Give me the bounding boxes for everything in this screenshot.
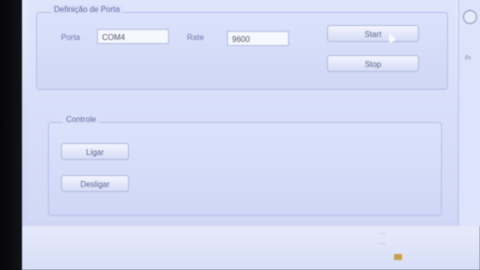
rate-label: Rate <box>187 33 204 42</box>
port-field[interactable]: COM4 <box>97 29 169 44</box>
desligar-button[interactable]: Desligar <box>61 175 129 192</box>
rate-field[interactable]: 9600 <box>227 31 289 46</box>
ligar-button[interactable]: Ligar <box>61 143 129 160</box>
controls-group: Controle Ligar Desligar <box>48 115 442 216</box>
app-window: Definição de Porta Porta COM4 Rate 9600 … <box>28 0 456 220</box>
tray-icon[interactable] <box>394 254 402 260</box>
taskbar: ... ... <box>22 226 480 270</box>
tray-text-2: ... <box>380 240 386 246</box>
port-settings-group: Definição de Porta Porta COM4 Rate 9600 … <box>36 5 448 90</box>
settings-icon[interactable] <box>463 10 477 24</box>
side-panel-text: Pr <box>465 56 471 62</box>
tray-text-1: ... <box>380 230 386 236</box>
screen: Definição de Porta Porta COM4 Rate 9600 … <box>22 0 480 270</box>
side-panel: Pr <box>458 0 480 226</box>
port-label: Porta <box>61 33 81 42</box>
controls-title: Controle <box>63 115 100 124</box>
stop-button[interactable]: Stop <box>327 55 419 72</box>
port-settings-title: Definição de Porta <box>51 5 123 14</box>
start-button[interactable]: Start <box>327 25 419 42</box>
